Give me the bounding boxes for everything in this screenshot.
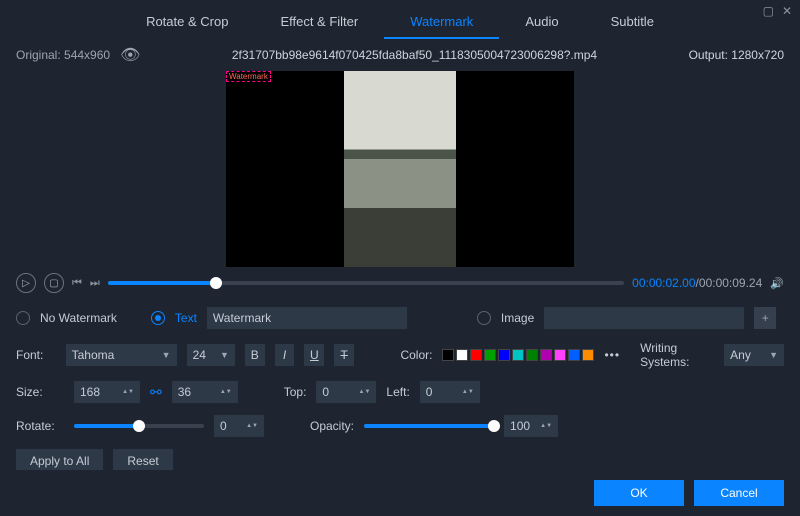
video-preview[interactable]: Watermark — [226, 71, 574, 267]
radio-text[interactable] — [151, 311, 165, 325]
top-stepper[interactable]: 0▲▼ — [316, 381, 376, 403]
rotate-stepper[interactable]: 0▲▼ — [214, 415, 264, 437]
color-swatches — [442, 349, 594, 361]
color-swatch[interactable] — [568, 349, 580, 361]
left-label: Left: — [386, 385, 409, 399]
opacity-slider[interactable] — [364, 424, 494, 428]
label-text: Text — [175, 311, 197, 325]
tab-rotate-crop[interactable]: Rotate & Crop — [120, 6, 254, 39]
radio-image[interactable] — [477, 311, 491, 325]
ok-button[interactable]: OK — [594, 480, 684, 506]
visibility-icon[interactable]: 👁 — [120, 45, 140, 65]
watermark-overlay[interactable]: Watermark — [226, 71, 271, 82]
color-swatch[interactable] — [470, 349, 482, 361]
opacity-label: Opacity: — [310, 419, 354, 433]
font-family-select[interactable]: Tahoma▼ — [66, 344, 177, 366]
color-swatch[interactable] — [512, 349, 524, 361]
color-swatch[interactable] — [442, 349, 454, 361]
width-stepper[interactable]: 168▲▼ — [74, 381, 140, 403]
top-label: Top: — [284, 385, 307, 399]
next-frame-icon[interactable]: ⏭ — [90, 277, 100, 290]
rotate-label: Rotate: — [16, 419, 64, 433]
header-bar: Original: 544x960 👁 2f31707bb98e9614f070… — [0, 39, 800, 71]
tabs: Rotate & Crop Effect & Filter Watermark … — [0, 0, 800, 39]
text-watermark-input[interactable] — [207, 307, 407, 329]
timeline-slider[interactable] — [108, 281, 624, 285]
time-total: 00:00:09.24 — [699, 276, 762, 290]
color-swatch[interactable] — [540, 349, 552, 361]
color-label: Color: — [400, 348, 432, 362]
strike-button[interactable]: T — [334, 344, 354, 366]
label-image: Image — [501, 311, 534, 325]
maximize-icon[interactable]: ▢ — [763, 4, 774, 18]
image-watermark-input[interactable] — [544, 307, 744, 329]
rotate-row: Rotate: 0▲▼ Opacity: 100▲▼ — [16, 415, 784, 437]
tab-effect-filter[interactable]: Effect & Filter — [254, 6, 384, 39]
color-swatch[interactable] — [526, 349, 538, 361]
footer: OK Cancel — [0, 470, 800, 516]
size-label: Size: — [16, 385, 64, 399]
prev-frame-icon[interactable]: ⏮ — [72, 277, 82, 290]
volume-icon[interactable]: 🔊 — [770, 277, 784, 290]
transport-bar: ▷ ▢ ⏮ ⏭ 00:00:02.00/00:00:09.24 🔊 — [0, 267, 800, 299]
writing-systems-select[interactable]: Any▼ — [724, 344, 784, 366]
original-res: 544x960 — [64, 48, 110, 62]
radio-no-watermark[interactable] — [16, 311, 30, 325]
underline-button[interactable]: U — [304, 344, 324, 366]
height-stepper[interactable]: 36▲▼ — [172, 381, 238, 403]
font-label: Font: — [16, 348, 56, 362]
add-image-button[interactable]: + — [754, 307, 776, 329]
filename: 2f31707bb98e9614f070425fda8baf50_1118305… — [140, 48, 688, 62]
color-swatch[interactable] — [456, 349, 468, 361]
link-icon[interactable]: ⚯ — [150, 384, 162, 401]
more-colors-button[interactable]: ••• — [604, 348, 620, 362]
left-stepper[interactable]: 0▲▼ — [420, 381, 480, 403]
preview-area: Watermark — [0, 71, 800, 267]
color-swatch[interactable] — [554, 349, 566, 361]
tab-watermark[interactable]: Watermark — [384, 6, 499, 39]
tab-subtitle[interactable]: Subtitle — [585, 6, 680, 39]
close-icon[interactable]: ✕ — [782, 4, 792, 18]
play-button[interactable]: ▷ — [16, 273, 36, 293]
tab-audio[interactable]: Audio — [499, 6, 584, 39]
time-current: 00:00:02.00 — [632, 276, 695, 290]
writing-systems-label: Writing Systems: — [640, 341, 714, 369]
original-label: Original: — [16, 48, 61, 62]
rotate-slider[interactable] — [74, 424, 204, 428]
font-row: Font: Tahoma▼ 24▼ B I U T Color: ••• Wri… — [16, 341, 784, 369]
size-row: Size: 168▲▼ ⚯ 36▲▼ Top: 0▲▼ Left: 0▲▼ — [16, 381, 784, 403]
font-size-select[interactable]: 24▼ — [187, 344, 235, 366]
color-swatch[interactable] — [484, 349, 496, 361]
label-no-watermark: No Watermark — [40, 311, 117, 325]
stop-button[interactable]: ▢ — [44, 273, 64, 293]
italic-button[interactable]: I — [275, 344, 295, 366]
color-swatch[interactable] — [498, 349, 510, 361]
cancel-button[interactable]: Cancel — [694, 480, 784, 506]
opacity-stepper[interactable]: 100▲▼ — [504, 415, 558, 437]
output-label: Output: — [689, 48, 728, 62]
bold-button[interactable]: B — [245, 344, 265, 366]
watermark-type-row: No Watermark Text Image + — [16, 307, 784, 329]
color-swatch[interactable] — [582, 349, 594, 361]
output-res: 1280x720 — [731, 48, 784, 62]
